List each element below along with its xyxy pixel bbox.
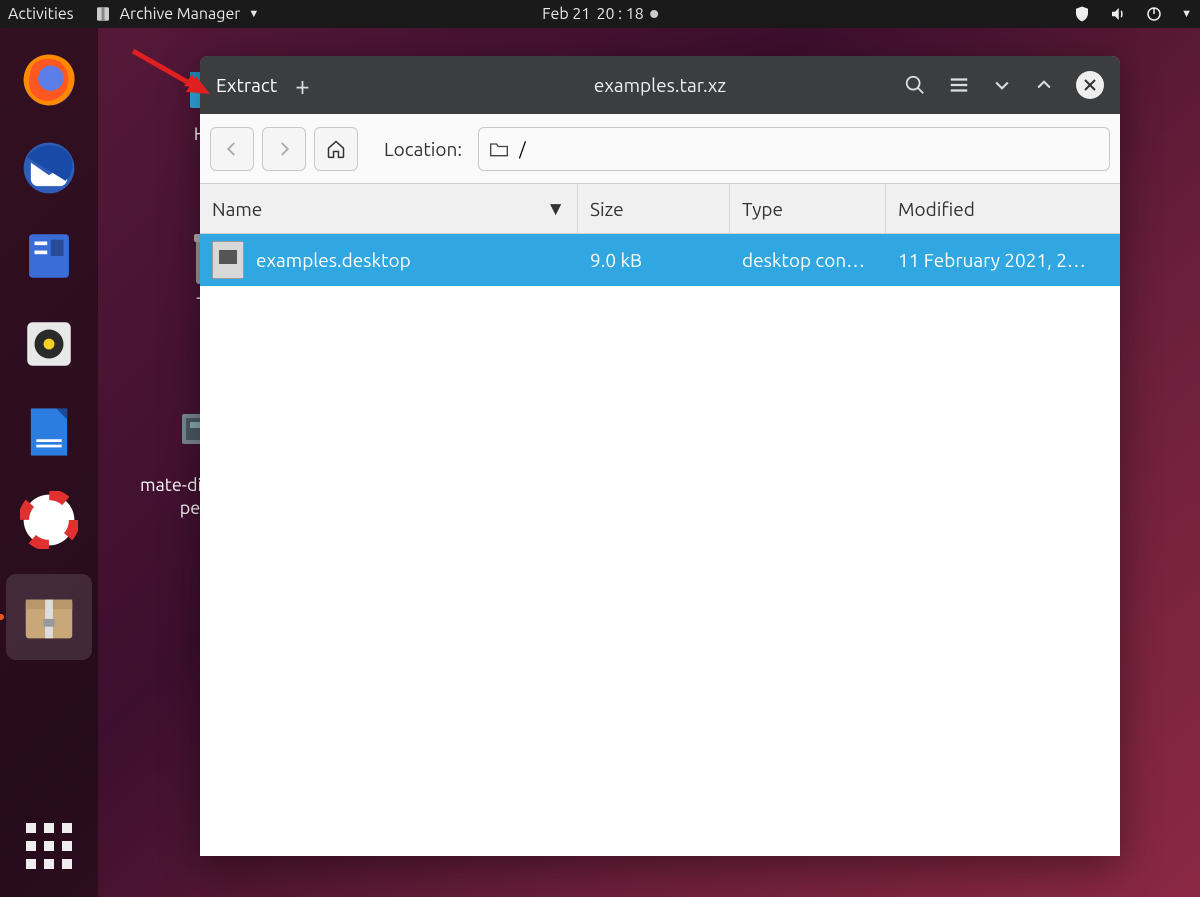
search-icon[interactable] bbox=[904, 74, 926, 96]
close-icon bbox=[1083, 78, 1097, 92]
chevron-down-icon[interactable] bbox=[992, 75, 1012, 95]
archive-app-icon bbox=[94, 5, 112, 23]
file-name: examples.desktop bbox=[256, 249, 411, 271]
file-list: examples.desktop 9.0 kB desktop con… 11 … bbox=[200, 234, 1120, 286]
app-name-label: Archive Manager bbox=[120, 5, 241, 23]
location-path: / bbox=[519, 139, 526, 159]
column-type[interactable]: Type bbox=[730, 184, 886, 233]
file-row[interactable]: examples.desktop 9.0 kB desktop con… 11 … bbox=[200, 234, 1120, 286]
file-type: desktop con… bbox=[730, 249, 886, 271]
dock-firefox[interactable] bbox=[15, 46, 83, 114]
column-name[interactable]: Name ▼ bbox=[200, 184, 578, 233]
show-applications-button[interactable] bbox=[26, 823, 72, 869]
dock-rhythmbox[interactable] bbox=[15, 310, 83, 378]
dock bbox=[0, 28, 98, 897]
column-size[interactable]: Size bbox=[578, 184, 730, 233]
back-button bbox=[210, 127, 254, 171]
close-button[interactable] bbox=[1076, 71, 1104, 99]
file-size: 9.0 kB bbox=[578, 249, 730, 271]
dock-files[interactable] bbox=[15, 222, 83, 290]
location-input[interactable]: / bbox=[478, 127, 1110, 171]
file-modified: 11 February 2021, 2… bbox=[886, 249, 1120, 271]
add-files-button[interactable]: + bbox=[295, 71, 310, 100]
date-label: Feb 21 bbox=[542, 5, 590, 23]
shield-icon[interactable] bbox=[1073, 5, 1091, 23]
volume-icon[interactable] bbox=[1109, 5, 1127, 23]
column-modified[interactable]: Modified bbox=[886, 184, 1120, 233]
titlebar[interactable]: Extract + examples.tar.xz bbox=[200, 56, 1120, 114]
file-icon bbox=[212, 241, 244, 279]
dock-thunderbird[interactable] bbox=[15, 134, 83, 202]
hamburger-menu-icon[interactable] bbox=[948, 74, 970, 96]
chevron-up-icon[interactable] bbox=[1034, 75, 1054, 95]
extract-button[interactable]: Extract bbox=[216, 74, 277, 96]
dock-libreoffice[interactable] bbox=[15, 398, 83, 466]
notification-dot-icon bbox=[650, 10, 658, 18]
window-title: examples.tar.xz bbox=[594, 74, 726, 96]
location-label: Location: bbox=[384, 138, 462, 160]
archive-manager-window: Extract + examples.tar.xz Location: / Na… bbox=[200, 56, 1120, 856]
sort-indicator-icon: ▼ bbox=[546, 197, 565, 221]
chevron-down-icon: ▼ bbox=[248, 8, 259, 20]
column-headers: Name ▼ Size Type Modified bbox=[200, 184, 1120, 234]
dock-archive-manager[interactable] bbox=[6, 574, 92, 660]
app-menu[interactable]: Archive Manager ▼ bbox=[94, 5, 260, 23]
forward-button bbox=[262, 127, 306, 171]
home-button[interactable] bbox=[314, 127, 358, 171]
dock-help[interactable] bbox=[15, 486, 83, 554]
clock[interactable]: Feb 21 20 : 18 bbox=[542, 5, 658, 23]
system-menu-chevron-icon[interactable]: ▼ bbox=[1181, 8, 1192, 20]
activities-button[interactable]: Activities bbox=[8, 5, 74, 23]
toolbar: Location: / bbox=[200, 114, 1120, 184]
power-icon[interactable] bbox=[1145, 5, 1163, 23]
folder-icon bbox=[489, 140, 509, 158]
time-label: 20 : 18 bbox=[596, 5, 643, 23]
top-panel: Activities Archive Manager ▼ Feb 21 20 :… bbox=[0, 0, 1200, 28]
